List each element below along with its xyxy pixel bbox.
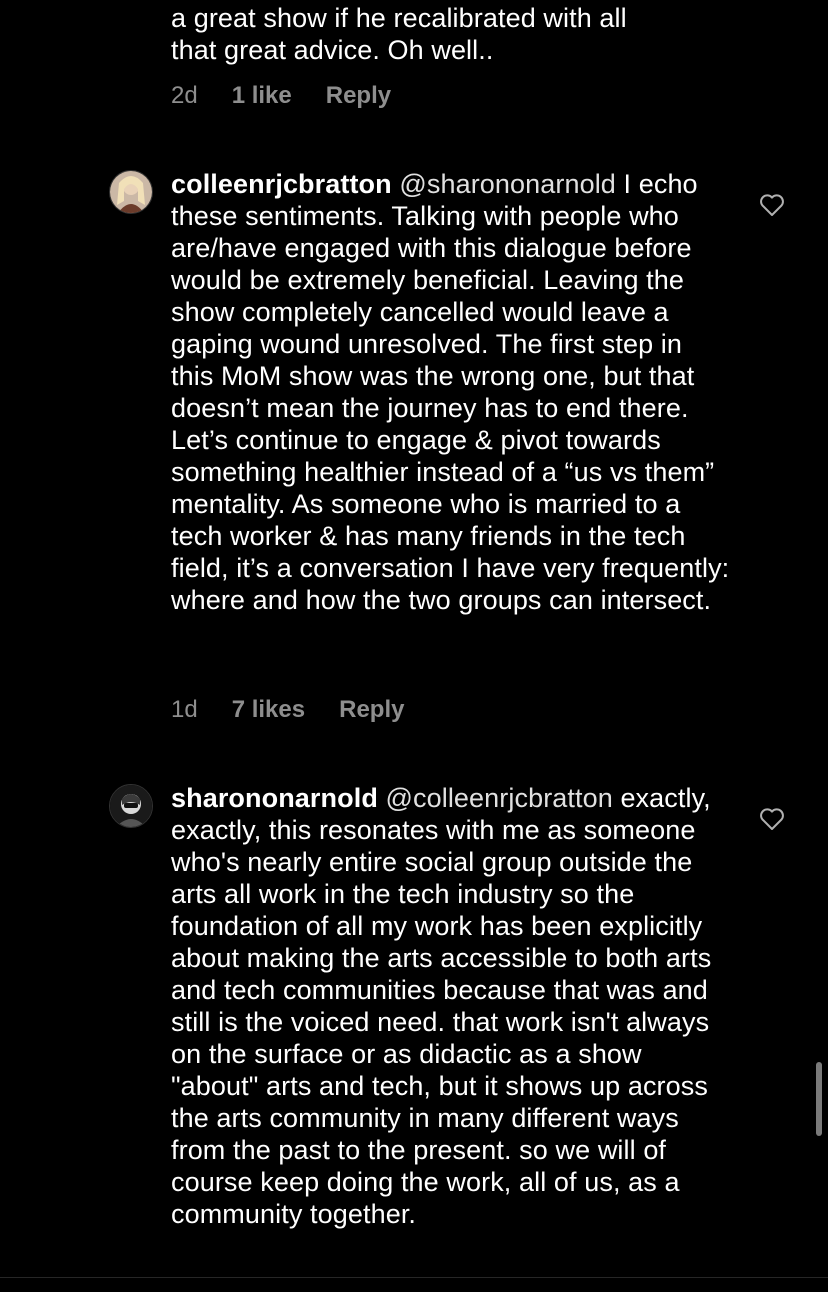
scrollbar-thumb[interactable]: [816, 1062, 822, 1136]
comment-timestamp: 1d: [171, 696, 198, 723]
comment-username[interactable]: colleenrjcbratton: [171, 169, 392, 199]
bottom-fade: [0, 1268, 828, 1292]
comment-body: exactly, exactly, this resonates with me…: [171, 783, 712, 1229]
comment-likes-count[interactable]: 7 likes: [232, 696, 305, 724]
comment-mention[interactable]: @sharononarnold: [399, 169, 616, 199]
comment-likes-count[interactable]: 1 like: [232, 82, 292, 110]
heart-outline-icon[interactable]: [759, 193, 785, 217]
comment-meta: 1d 7 likes Reply: [171, 696, 404, 724]
reply-button[interactable]: Reply: [339, 696, 404, 724]
comment-timestamp: 2d: [171, 82, 198, 109]
comment-mention[interactable]: @colleenrjcbratton: [386, 783, 613, 813]
heart-outline-icon[interactable]: [759, 807, 785, 831]
comment-meta: 2d 1 like Reply: [171, 82, 391, 110]
reply-button[interactable]: Reply: [326, 82, 391, 110]
divider: [0, 1277, 828, 1278]
avatar[interactable]: [109, 784, 153, 828]
avatar[interactable]: [109, 170, 153, 214]
comment-body: I echo these sentiments. Talking with pe…: [171, 169, 730, 615]
comment-username[interactable]: sharononarnold: [171, 783, 378, 813]
comment-text: a great show if he recalibrated with all…: [171, 3, 627, 65]
comment-text: colleenrjcbratton @sharononarnold I echo…: [171, 168, 731, 616]
comment-text: sharononarnold @colleenrjcbratton exactl…: [171, 782, 731, 1230]
